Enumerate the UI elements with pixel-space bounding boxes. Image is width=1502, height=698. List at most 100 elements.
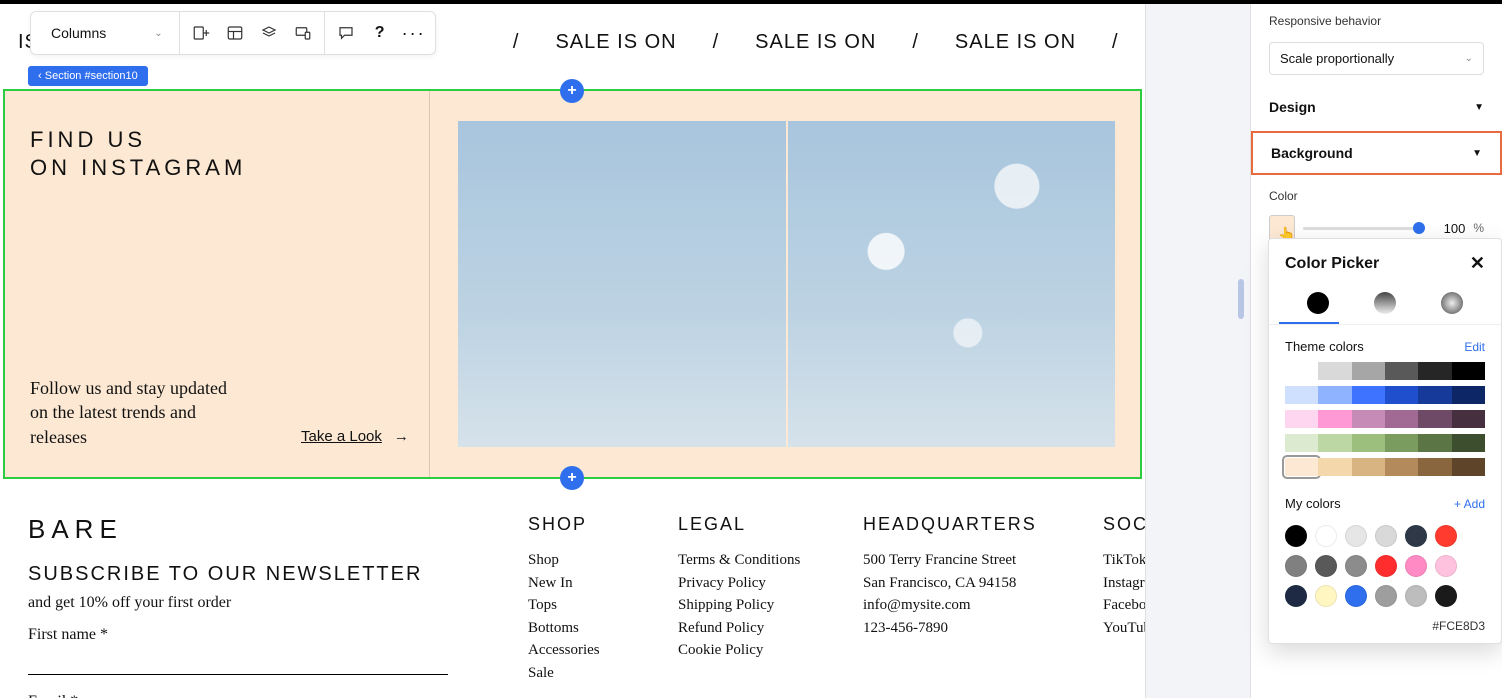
marquee-item: SALE IS ON bbox=[955, 31, 1076, 54]
theme-color-swatch[interactable] bbox=[1318, 362, 1351, 380]
theme-color-swatch[interactable] bbox=[1385, 362, 1418, 380]
theme-color-swatch[interactable] bbox=[1318, 386, 1351, 404]
my-color-swatch[interactable] bbox=[1345, 585, 1367, 607]
footer-link[interactable]: Privacy Policy bbox=[678, 572, 823, 595]
selected-section[interactable]: FIND US ON INSTAGRAM Follow us and stay … bbox=[3, 89, 1142, 479]
edit-theme-colors-link[interactable]: Edit bbox=[1464, 340, 1485, 354]
fill-type-linear-gradient[interactable] bbox=[1374, 292, 1396, 314]
my-color-swatch[interactable] bbox=[1405, 525, 1427, 547]
my-color-swatch[interactable] bbox=[1435, 525, 1457, 547]
theme-color-swatch[interactable] bbox=[1452, 458, 1485, 476]
my-color-swatch[interactable] bbox=[1345, 555, 1367, 577]
theme-color-swatch[interactable] bbox=[1452, 410, 1485, 428]
footer-col-title: LEGAL bbox=[678, 514, 823, 535]
first-name-input[interactable] bbox=[28, 674, 448, 675]
footer-link[interactable]: Shop bbox=[528, 549, 638, 572]
my-color-swatch[interactable] bbox=[1435, 585, 1457, 607]
theme-color-swatch[interactable] bbox=[1285, 362, 1318, 380]
my-color-swatch[interactable] bbox=[1375, 555, 1397, 577]
brand-logo: BARE bbox=[28, 514, 488, 545]
theme-color-swatch[interactable] bbox=[1385, 458, 1418, 476]
my-color-swatch[interactable] bbox=[1315, 585, 1337, 607]
fill-type-radial-gradient[interactable] bbox=[1441, 292, 1463, 314]
theme-color-swatch[interactable] bbox=[1385, 434, 1418, 452]
my-color-swatch[interactable] bbox=[1285, 555, 1307, 577]
theme-color-swatch[interactable] bbox=[1418, 458, 1451, 476]
footer-link[interactable]: Bottoms bbox=[528, 617, 638, 640]
footer-link[interactable]: Terms & Conditions bbox=[678, 549, 823, 572]
footer-link[interactable]: Instagram bbox=[1103, 572, 1145, 595]
theme-color-swatch[interactable] bbox=[1318, 458, 1351, 476]
selected-color-hex: #FCE8D3 bbox=[1269, 613, 1501, 633]
footer-link[interactable]: info@mysite.com bbox=[863, 594, 1063, 617]
fill-type-solid[interactable] bbox=[1307, 292, 1329, 314]
theme-color-swatch[interactable] bbox=[1418, 410, 1451, 428]
my-color-swatch[interactable] bbox=[1435, 555, 1457, 577]
footer-link[interactable]: New In bbox=[528, 572, 638, 595]
responsive-behavior-select[interactable]: Scale proportionally ⌄ bbox=[1269, 42, 1484, 75]
theme-color-swatch[interactable] bbox=[1352, 410, 1385, 428]
opacity-slider[interactable] bbox=[1303, 227, 1419, 230]
footer-link[interactable]: Refund Policy bbox=[678, 617, 823, 640]
my-color-swatch[interactable] bbox=[1315, 525, 1337, 547]
comment-icon[interactable] bbox=[331, 18, 361, 48]
element-type-dropdown[interactable]: Columns ⌄ bbox=[37, 25, 173, 41]
theme-color-swatch[interactable] bbox=[1385, 410, 1418, 428]
theme-color-swatch[interactable] bbox=[1418, 386, 1451, 404]
close-icon[interactable]: ✕ bbox=[1470, 253, 1485, 274]
footer-link[interactable]: Shipping Policy bbox=[678, 594, 823, 617]
more-icon[interactable]: ··· bbox=[399, 18, 429, 48]
theme-color-swatch[interactable] bbox=[1418, 434, 1451, 452]
help-icon[interactable]: ? bbox=[365, 18, 395, 48]
footer-link[interactable]: YouTube bbox=[1103, 617, 1145, 640]
theme-color-swatch[interactable] bbox=[1352, 458, 1385, 476]
theme-color-swatch[interactable] bbox=[1285, 458, 1318, 476]
footer-link[interactable]: San Francisco, CA 94158 bbox=[863, 572, 1063, 595]
my-color-swatch[interactable] bbox=[1405, 585, 1427, 607]
my-color-swatch[interactable] bbox=[1375, 525, 1397, 547]
footer-link[interactable]: Cookie Policy bbox=[678, 639, 823, 662]
my-color-swatch[interactable] bbox=[1315, 555, 1337, 577]
opacity-value[interactable]: 100 bbox=[1427, 221, 1465, 236]
layout-icon[interactable] bbox=[220, 18, 250, 48]
footer-link[interactable]: Sale bbox=[528, 662, 638, 685]
theme-color-swatch[interactable] bbox=[1318, 410, 1351, 428]
theme-color-swatch[interactable] bbox=[1352, 386, 1385, 404]
add-section-above-button[interactable]: + bbox=[560, 79, 584, 103]
footer-link[interactable]: Tops bbox=[528, 594, 638, 617]
footer-link[interactable]: 123-456-7890 bbox=[863, 617, 1063, 640]
add-section-below-button[interactable]: + bbox=[560, 466, 584, 490]
resize-handle[interactable] bbox=[1238, 279, 1244, 319]
theme-color-swatch[interactable] bbox=[1452, 362, 1485, 380]
theme-color-swatch[interactable] bbox=[1385, 386, 1418, 404]
my-color-swatch[interactable] bbox=[1285, 525, 1307, 547]
theme-color-swatch[interactable] bbox=[1285, 386, 1318, 404]
theme-color-swatch[interactable] bbox=[1285, 434, 1318, 452]
theme-color-swatch[interactable] bbox=[1418, 362, 1451, 380]
responsive-icon[interactable] bbox=[288, 18, 318, 48]
theme-color-swatch[interactable] bbox=[1452, 386, 1485, 404]
section-breadcrumb[interactable]: Section #section10 bbox=[28, 66, 148, 86]
footer-link[interactable]: Facebook bbox=[1103, 594, 1145, 617]
my-color-swatch[interactable] bbox=[1375, 585, 1397, 607]
my-color-swatch[interactable] bbox=[1345, 525, 1367, 547]
take-a-look-link[interactable]: Take a Look → bbox=[301, 428, 409, 445]
design-accordion[interactable]: Design ▼ bbox=[1251, 87, 1502, 127]
theme-color-swatch[interactable] bbox=[1352, 362, 1385, 380]
column-divider[interactable] bbox=[429, 91, 430, 477]
theme-color-swatch[interactable] bbox=[1452, 434, 1485, 452]
add-panel-icon[interactable] bbox=[186, 18, 216, 48]
footer-link[interactable]: 500 Terry Francine Street bbox=[863, 549, 1063, 572]
my-color-swatch[interactable] bbox=[1405, 555, 1427, 577]
theme-color-swatch[interactable] bbox=[1352, 434, 1385, 452]
slider-thumb[interactable] bbox=[1413, 222, 1425, 234]
add-color-link[interactable]: + Add bbox=[1454, 497, 1485, 511]
marquee-item: SALE IS ON bbox=[555, 31, 676, 54]
my-color-swatch[interactable] bbox=[1285, 585, 1307, 607]
footer-link[interactable]: Accessories bbox=[528, 639, 638, 662]
footer-link[interactable]: TikTok bbox=[1103, 549, 1145, 572]
theme-color-swatch[interactable] bbox=[1318, 434, 1351, 452]
stack-icon[interactable] bbox=[254, 18, 284, 48]
background-accordion[interactable]: Background ▼ bbox=[1251, 131, 1502, 175]
theme-color-swatch[interactable] bbox=[1285, 410, 1318, 428]
